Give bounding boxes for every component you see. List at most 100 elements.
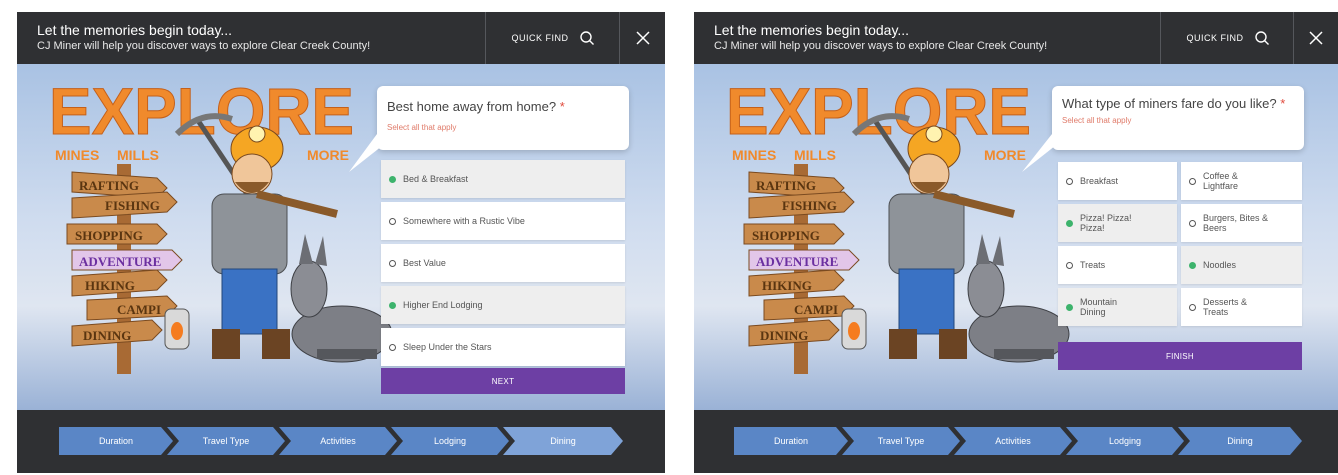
bubble-tail xyxy=(1022,134,1060,172)
quiz-stage: EXPLORE MINES MILLS MORE RAFTING FISHING… xyxy=(694,64,1338,410)
header-bar: Let the memories begin today... CJ Miner… xyxy=(17,12,665,64)
radio-dot xyxy=(1066,177,1073,185)
step-label: Lodging xyxy=(1108,436,1142,446)
explore-subline-mid: MILLS xyxy=(117,147,159,163)
radio-dot xyxy=(1189,177,1196,185)
step-progress: Duration Travel Type Activities Lodging … xyxy=(694,427,1338,455)
step-lodging[interactable]: Lodging xyxy=(391,427,509,455)
radio-dot xyxy=(389,301,396,309)
quick-find-label: QUICK FIND xyxy=(511,33,569,43)
donkey-illustration xyxy=(290,234,393,363)
sign-camping: CAMPI xyxy=(117,302,161,317)
step-dining[interactable]: Dining xyxy=(503,427,623,455)
explore-subline-right: MORE xyxy=(307,147,349,163)
step-label: Duration xyxy=(98,436,134,446)
required-mark: * xyxy=(559,99,565,114)
step-dining[interactable]: Dining xyxy=(1178,427,1302,455)
option-label: Burgers, Bites & Beers xyxy=(1203,213,1269,233)
radio-dot xyxy=(1189,261,1196,269)
close-button[interactable] xyxy=(1293,12,1338,64)
step-activities[interactable]: Activities xyxy=(279,427,397,455)
radio-dot xyxy=(1066,303,1073,311)
quiz-stage: EXPLORE MINES MILLS MORE RAFTING FISHING… xyxy=(17,64,665,410)
step-duration[interactable]: Duration xyxy=(59,427,173,455)
sign-shopping: SHOPPING xyxy=(75,228,143,243)
option-label: Higher End Lodging xyxy=(403,300,483,310)
option-treats[interactable]: Treats xyxy=(1058,246,1177,284)
step-label: Lodging xyxy=(433,436,467,446)
quiz-panel-lodging: Let the memories begin today... CJ Miner… xyxy=(17,12,665,473)
option-coffee-lightfare[interactable]: Coffee & Lightfare xyxy=(1181,162,1302,200)
donkey-illustration xyxy=(967,234,1070,363)
sign-hiking: HIKING xyxy=(762,278,812,293)
quick-find-button[interactable]: QUICK FIND xyxy=(1160,12,1295,64)
sign-adventure: ADVENTURE xyxy=(79,254,161,269)
option-sleep-under-stars[interactable]: Sleep Under the Stars xyxy=(381,328,625,366)
option-label: Pizza! Pizza! Pizza! xyxy=(1080,213,1132,233)
step-travel-type[interactable]: Travel Type xyxy=(842,427,960,455)
option-noodles[interactable]: Noodles xyxy=(1181,246,1302,284)
option-label: Treats xyxy=(1080,260,1106,270)
next-button[interactable]: NEXT xyxy=(381,368,625,394)
option-mountain-dining[interactable]: Mountain Dining xyxy=(1058,288,1177,326)
option-breakfast[interactable]: Breakfast xyxy=(1058,162,1177,200)
progress-footer: Duration Travel Type Activities Lodging … xyxy=(17,410,665,473)
question-hint: Select all that apply xyxy=(387,123,457,132)
sign-shopping: SHOPPING xyxy=(752,228,820,243)
progress-footer: Duration Travel Type Activities Lodging … xyxy=(694,410,1338,473)
sign-camping: CAMPI xyxy=(794,302,838,317)
explore-subline-left: MINES xyxy=(732,147,776,163)
option-higher-end-lodging[interactable]: Higher End Lodging xyxy=(381,286,625,324)
header-title: Let the memories begin today... xyxy=(37,22,233,38)
option-bed-breakfast[interactable]: Bed & Breakfast xyxy=(381,160,625,198)
search-icon xyxy=(1254,31,1269,45)
option-burgers-bites-beers[interactable]: Burgers, Bites & Beers xyxy=(1181,204,1302,242)
header-text: Let the memories begin today... CJ Miner… xyxy=(37,22,370,53)
step-duration[interactable]: Duration xyxy=(734,427,848,455)
header-text: Let the memories begin today... CJ Miner… xyxy=(714,22,1047,53)
finish-button[interactable]: FINISH xyxy=(1058,342,1302,370)
option-label: Mountain Dining xyxy=(1080,297,1118,317)
close-icon xyxy=(1309,31,1323,45)
radio-dot xyxy=(1066,261,1073,269)
quick-find-label: QUICK FIND xyxy=(1186,33,1244,43)
quick-find-button[interactable]: QUICK FIND xyxy=(485,12,620,64)
option-rustic-vibe[interactable]: Somewhere with a Rustic Vibe xyxy=(381,202,625,240)
question-bubble: Best home away from home? * Select all t… xyxy=(377,86,629,150)
quiz-panel-dining: Let the memories begin today... CJ Miner… xyxy=(694,12,1338,473)
sign-adventure: ADVENTURE xyxy=(756,254,838,269)
radio-dot xyxy=(389,259,396,267)
sign-fishing: FISHING xyxy=(105,198,160,213)
question-bubble: What type of miners fare do you like? * … xyxy=(1052,86,1304,150)
step-lodging[interactable]: Lodging xyxy=(1066,427,1184,455)
option-desserts-treats[interactable]: Desserts & Treats xyxy=(1181,288,1302,326)
option-best-value[interactable]: Best Value xyxy=(381,244,625,282)
option-label: Breakfast xyxy=(1080,176,1119,186)
step-progress: Duration Travel Type Activities Lodging … xyxy=(17,427,665,455)
step-label: Travel Type xyxy=(202,436,250,446)
radio-dot xyxy=(1189,303,1196,311)
required-mark: * xyxy=(1280,96,1286,111)
radio-dot xyxy=(1066,219,1073,227)
option-label: Bed & Breakfast xyxy=(403,174,469,184)
close-button[interactable] xyxy=(619,12,665,64)
radio-dot xyxy=(1189,219,1196,227)
explore-headline: EXPLORE xyxy=(49,74,354,148)
step-label: Dining xyxy=(1227,436,1253,446)
header-subtitle: CJ Miner will help you discover ways to … xyxy=(714,40,1048,52)
step-travel-type[interactable]: Travel Type xyxy=(167,427,285,455)
explore-subline-mid: MILLS xyxy=(794,147,836,163)
radio-dot xyxy=(389,217,396,225)
sign-fishing: FISHING xyxy=(782,198,837,213)
header-bar: Let the memories begin today... CJ Miner… xyxy=(694,12,1338,64)
question-text: Best home away from home? * xyxy=(387,99,565,114)
step-label: Activities xyxy=(320,436,356,446)
step-activities[interactable]: Activities xyxy=(954,427,1072,455)
sign-hiking: HIKING xyxy=(85,278,135,293)
sign-dining: DINING xyxy=(83,328,131,343)
search-icon xyxy=(579,31,594,45)
question-text: What type of miners fare do you like? * xyxy=(1062,96,1286,111)
option-label: Somewhere with a Rustic Vibe xyxy=(403,216,525,226)
option-pizza[interactable]: Pizza! Pizza! Pizza! xyxy=(1058,204,1177,242)
header-subtitle: CJ Miner will help you discover ways to … xyxy=(37,40,371,52)
